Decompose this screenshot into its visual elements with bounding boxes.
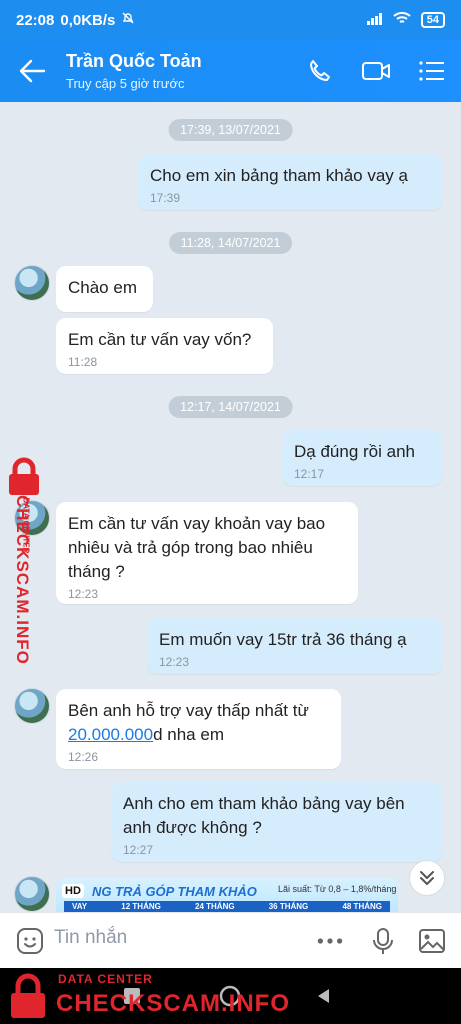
menu-list-icon[interactable] (418, 58, 448, 84)
contact-avatar[interactable] (14, 265, 50, 301)
image-column: 48 THÁNG (342, 902, 382, 911)
contact-avatar[interactable] (14, 876, 50, 912)
status-time: 22:08 (16, 11, 55, 29)
wifi-icon (393, 11, 411, 29)
scroll-to-bottom-button[interactable] (409, 860, 445, 896)
watermark-side: DATA CENTER CHECKSCAM.INFO (0, 455, 46, 675)
message-text: Chào em (68, 278, 137, 297)
date-separator: 11:28, 14/07/2021 (168, 232, 293, 254)
emoji-sticker-icon[interactable] (16, 927, 44, 955)
date-separator: 12:17, 14/07/2021 (168, 396, 293, 418)
message-text: Cho em xin bảng tham khảo vay ạ (150, 166, 408, 185)
image-table-header: VAY 12 THÁNG 24 THÁNG 36 THÁNG 48 THÁNG (64, 901, 390, 912)
video-call-icon[interactable] (361, 58, 391, 84)
back-arrow-icon[interactable] (18, 58, 46, 84)
status-speed: 0,0KB/s (60, 11, 116, 29)
message-time: 11:28 (68, 355, 98, 369)
back-triangle-icon[interactable] (314, 986, 334, 1006)
watermark-small-text: DATA CENTER (58, 972, 153, 986)
message-bubble-incoming[interactable]: Em cần tư vấn vay khoản vay bao nhiêu và… (56, 502, 358, 604)
message-text-suffix: d nha em (153, 725, 224, 744)
message-time: 17:39 (150, 191, 181, 205)
message-bubble-incoming[interactable]: Bên anh hỗ trợ vay thấp nhất từ 20.000.0… (56, 689, 341, 769)
message-bubble-incoming[interactable]: Em cần tư vấn vay vốn? 11:28 (56, 318, 273, 374)
message-bubble-outgoing[interactable]: Em muốn vay 15tr trả 36 tháng ạ 12:23 (147, 618, 442, 674)
image-column: 12 THÁNG (121, 902, 161, 911)
status-bar: 22:08 0,0KB/s 54 (0, 0, 461, 40)
watermark-large-text: CHECKSCAM.INFO (13, 495, 32, 665)
watermark-bottom: DATA CENTER CHECKSCAM.INFO (0, 968, 300, 1024)
watermark-large-text: CHECKSCAM.INFO (56, 990, 290, 1017)
message-text-prefix: Bên anh hỗ trợ vay thấp nhất từ (68, 701, 309, 720)
message-text: Anh cho em tham khảo bảng vay bên anh đư… (123, 794, 405, 837)
chat-area[interactable]: 17:39, 13/07/2021 Cho em xin bảng tham k… (0, 102, 461, 912)
message-bubble-incoming[interactable]: Chào em (56, 266, 153, 312)
contact-status: Truy cập 5 giờ trước (66, 76, 185, 91)
contact-name[interactable]: Trần Quốc Toản (66, 51, 202, 72)
image-column: 24 THÁNG (195, 902, 235, 911)
chat-header: Trần Quốc Toản Truy cập 5 giờ trước (0, 40, 461, 102)
message-text: Em cần tư vấn vay khoản vay bao nhiêu và… (68, 514, 326, 581)
message-text: Em muốn vay 15tr trả 36 tháng ạ (159, 630, 407, 649)
double-chevron-down-icon (420, 871, 434, 885)
image-title: NG TRẢ GÓP THAM KHẢO (92, 884, 257, 899)
message-time: 12:23 (159, 655, 190, 669)
message-time: 12:27 (123, 843, 154, 857)
message-text: Em cần tư vấn vay vốn? (68, 330, 252, 349)
padlock-watermark-icon (11, 973, 45, 1018)
message-time: 12:23 (68, 587, 99, 601)
microphone-icon[interactable] (369, 927, 397, 955)
message-bubble-outgoing[interactable]: Dạ đúng rồi anh 12:17 (282, 430, 442, 486)
message-input[interactable]: Tin nhắn (54, 927, 127, 949)
message-bubble-outgoing[interactable]: Anh cho em tham khảo bảng vay bên anh đư… (111, 782, 442, 862)
padlock-watermark-icon (9, 457, 39, 495)
image-column: VAY (72, 902, 88, 911)
date-separator: 17:39, 13/07/2021 (168, 119, 293, 141)
contact-avatar[interactable] (14, 688, 50, 724)
image-rate: Lãi suất: Từ 0,8 – 1,8%/tháng (278, 884, 397, 894)
message-input-bar: Tin nhắn (0, 912, 461, 968)
more-options-icon[interactable] (316, 927, 344, 955)
message-time: 12:26 (68, 750, 99, 764)
phone-call-icon[interactable] (306, 58, 336, 84)
message-text: Dạ đúng rồi anh (294, 442, 415, 461)
battery-indicator: 54 (420, 12, 445, 28)
hd-badge: HD (62, 884, 84, 898)
image-gallery-icon[interactable] (418, 927, 446, 955)
image-column: 36 THÁNG (268, 902, 309, 911)
mute-bell-icon (121, 11, 135, 29)
phone-number-link[interactable]: 20.000.000 (68, 725, 153, 744)
message-time: 12:17 (294, 467, 325, 481)
image-message[interactable]: HD NG TRẢ GÓP THAM KHẢO Lãi suất: Từ 0,8… (56, 878, 398, 912)
signal-icon (366, 12, 383, 29)
message-bubble-outgoing[interactable]: Cho em xin bảng tham khảo vay ạ 17:39 (138, 154, 442, 210)
